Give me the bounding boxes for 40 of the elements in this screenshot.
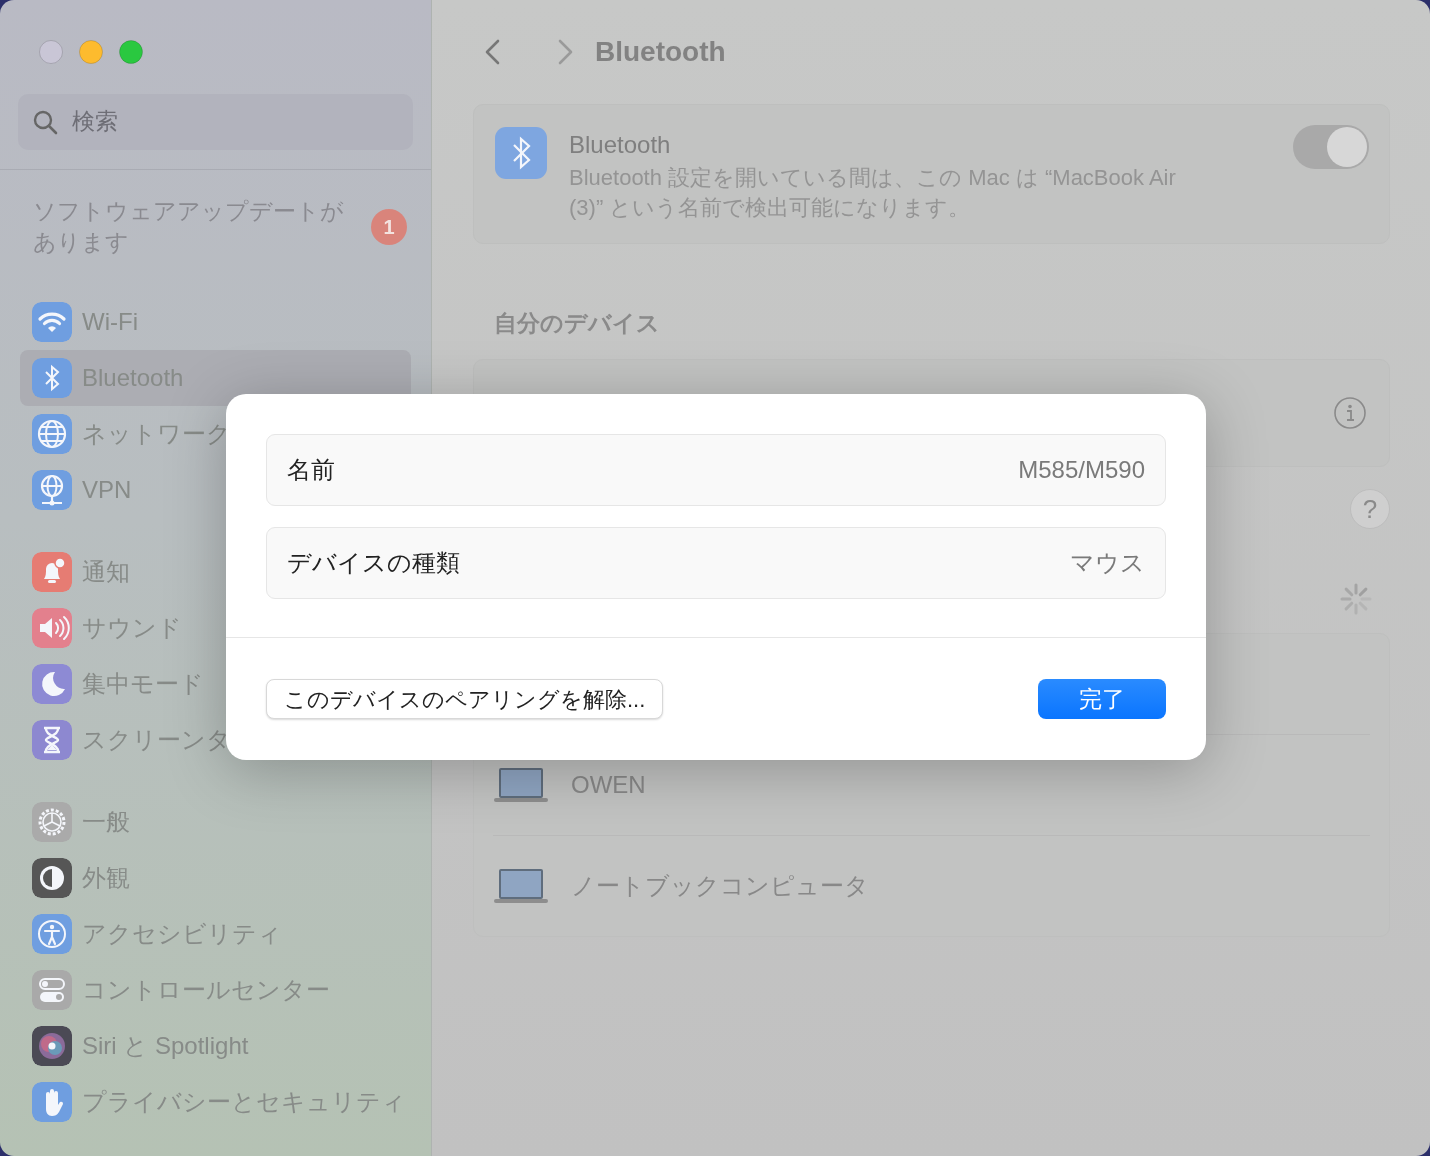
search-icon	[32, 108, 58, 135]
switches-icon	[32, 970, 72, 1010]
accessibility-icon	[32, 914, 72, 954]
sidebar-item[interactable]: 通知	[20, 544, 130, 600]
orb-icon	[32, 1026, 72, 1066]
laptop-icon	[493, 766, 549, 803]
unpair-button[interactable]: このデバイスのペアリングを解除...	[266, 679, 664, 719]
sidebar-item[interactable]: VPN	[20, 462, 132, 518]
globe-icon	[32, 414, 72, 454]
zoom-button[interactable]	[119, 40, 143, 64]
field-value: M585/M590	[1018, 455, 1145, 485]
minimize-button[interactable]	[79, 40, 103, 64]
gear-icon	[32, 802, 72, 842]
notification-badge: 1	[371, 209, 407, 246]
device-name[interactable]: OWEN	[571, 766, 646, 803]
laptop-icon	[493, 867, 549, 904]
field-value: マウス	[1070, 548, 1145, 578]
hand-icon	[32, 1082, 72, 1122]
field-label: 名前	[287, 455, 335, 485]
section-heading: 自分のデバイス	[494, 309, 661, 338]
help-button[interactable]: ?	[1350, 488, 1390, 529]
bluetooth-icon	[32, 358, 72, 398]
field-label: デバイスの種類	[287, 548, 460, 578]
info-icon[interactable]	[1334, 396, 1366, 429]
wifi-icon	[32, 302, 72, 342]
bluetooth-icon	[495, 127, 547, 179]
done-button[interactable]: 完了	[1038, 679, 1166, 719]
moon-icon	[32, 664, 72, 704]
hourglass-icon	[32, 720, 72, 760]
close-button[interactable]	[39, 40, 63, 64]
spinner-icon	[1340, 582, 1372, 615]
setting-title: Bluetooth	[569, 130, 672, 160]
search-field[interactable]: 検索	[18, 93, 413, 150]
bell-icon	[32, 552, 72, 592]
speaker-icon	[32, 608, 72, 648]
globe-icon	[32, 470, 72, 510]
device-name[interactable]: ノートブックコンピュータ	[571, 867, 869, 904]
sidebar-item[interactable]: Wi-Fi	[20, 294, 138, 350]
toggle-switch[interactable]	[1293, 125, 1369, 169]
page-title: Bluetooth	[595, 35, 726, 69]
